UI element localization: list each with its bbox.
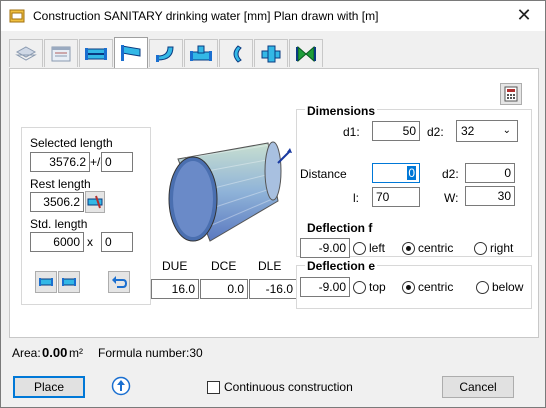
reducer-icon xyxy=(121,45,141,61)
std-length-field[interactable]: 6000 xyxy=(30,232,84,252)
selected-length-field[interactable]: 3576.2 xyxy=(30,152,90,172)
tab-layers[interactable] xyxy=(9,39,43,67)
area-value: 0.00 xyxy=(42,345,68,360)
pipe-start-icon xyxy=(39,278,53,286)
std-length-label: Std. length xyxy=(30,217,88,231)
deflection-f-right-radio[interactable]: right xyxy=(474,241,513,255)
app-icon xyxy=(9,9,25,23)
l-field[interactable]: 70 xyxy=(372,187,420,207)
cross-icon xyxy=(261,45,281,62)
dle-field[interactable]: -16.0 xyxy=(249,279,297,299)
radio-on-icon xyxy=(402,241,415,255)
title-bar: Construction SANITARY drinking water [mm… xyxy=(1,1,545,31)
rest-length-field[interactable]: 3506.2 xyxy=(30,192,84,212)
tab-cross[interactable] xyxy=(254,39,288,67)
selected-length-label: Selected length xyxy=(30,136,113,150)
deflection-f-centric-label: centric xyxy=(418,241,454,255)
info-button[interactable] xyxy=(111,376,131,396)
deflection-e-top-label: top xyxy=(369,280,386,294)
pipe-end-button[interactable] xyxy=(58,271,80,293)
calculator-icon xyxy=(504,86,518,102)
dce-field[interactable]: 0.0 xyxy=(200,279,248,299)
continuous-construction-label: Continuous construction xyxy=(224,380,353,394)
radio-on-icon xyxy=(402,280,415,294)
radio-off-icon xyxy=(353,280,366,294)
std-count-field[interactable]: 0 xyxy=(101,232,133,252)
d2-select[interactable]: 32 ⌄ xyxy=(456,120,518,142)
pipe-straight-icon xyxy=(85,47,107,60)
l-label: l: xyxy=(353,191,359,205)
tab-panel: Selected length 3576.2 +/- 0 Rest length… xyxy=(9,68,539,338)
d2-select-value: 32 xyxy=(461,124,475,138)
formula-number: Formula number:30 xyxy=(98,346,203,360)
undo-icon xyxy=(112,276,127,288)
calculator-button[interactable] xyxy=(500,83,522,105)
rest-length-pipe-button[interactable] xyxy=(85,191,105,213)
times-label: x xyxy=(87,235,93,249)
area-label: Area: xyxy=(12,346,41,360)
radio-off-icon xyxy=(353,241,366,255)
deflection-f-field[interactable]: -9.00 xyxy=(300,238,350,258)
deflection-f-right-label: right xyxy=(490,241,514,255)
deflection-f-title: Deflection f xyxy=(305,221,375,235)
distance-value: 0 xyxy=(407,166,416,180)
rest-length-label: Rest length xyxy=(30,177,91,191)
tab-tee[interactable] xyxy=(184,39,218,67)
deflection-f-left-radio[interactable]: left xyxy=(353,241,385,255)
dce-label: DCE xyxy=(211,259,237,273)
window-title: Construction SANITARY drinking water [mm… xyxy=(33,9,379,23)
deflection-f-left-label: left xyxy=(369,241,386,255)
tee-icon xyxy=(190,45,212,61)
dle-label: DLE xyxy=(258,259,282,273)
radio-off-icon xyxy=(474,241,487,255)
deflection-e-below-label: below xyxy=(492,280,524,294)
checkbox-unchecked-icon xyxy=(207,380,220,394)
plus-minus-field[interactable]: 0 xyxy=(101,152,133,172)
pipe-start-button[interactable] xyxy=(35,271,57,293)
tab-reducer[interactable] xyxy=(114,37,148,68)
distance-label: Distance xyxy=(300,167,347,181)
deflection-e-title: Deflection e xyxy=(305,259,378,273)
radio-off-icon xyxy=(476,280,489,294)
tab-valve[interactable] xyxy=(289,39,323,67)
chevron-down-icon: ⌄ xyxy=(502,125,511,136)
pipe-cut-icon xyxy=(87,195,103,209)
due-label: DUE xyxy=(162,259,188,273)
deflection-e-below-radio[interactable]: below xyxy=(476,280,523,294)
w-field[interactable]: 30 xyxy=(465,186,515,206)
valve-icon xyxy=(296,45,316,62)
d2b-field[interactable]: 0 xyxy=(465,163,515,183)
info-up-icon xyxy=(111,376,131,396)
tab-bend[interactable] xyxy=(149,39,183,67)
place-button[interactable]: Place xyxy=(13,376,85,398)
dialog-window: Construction SANITARY drinking water [mm… xyxy=(0,0,546,408)
undo-button[interactable] xyxy=(108,271,130,293)
deflection-e-field[interactable]: -9.00 xyxy=(300,277,350,297)
dimensions-title: Dimensions xyxy=(305,104,378,118)
tab-table[interactable] xyxy=(44,39,78,67)
d2-label: d2: xyxy=(427,125,444,139)
d2b-label: d2: xyxy=(442,167,459,181)
pipe-end-icon xyxy=(62,278,76,286)
w-label: W: xyxy=(444,191,459,205)
bend-icon xyxy=(156,46,174,62)
deflection-e-centric-label: centric xyxy=(418,280,454,294)
arc-icon xyxy=(233,44,242,63)
d1-field[interactable]: 50 xyxy=(372,121,420,141)
tab-arc[interactable] xyxy=(219,39,253,67)
d1-label: d1: xyxy=(343,125,360,139)
cancel-button[interactable]: Cancel xyxy=(442,376,514,398)
close-button[interactable]: ✕ xyxy=(509,5,539,27)
area-unit: m² xyxy=(69,346,83,360)
continuous-construction-checkbox[interactable]: Continuous construction xyxy=(207,380,353,394)
deflection-e-top-radio[interactable]: top xyxy=(353,280,386,294)
distance-field[interactable]: 0 xyxy=(372,163,420,183)
tab-pipe-straight[interactable] xyxy=(79,39,113,67)
layers-icon xyxy=(15,45,37,61)
deflection-f-centric-radio[interactable]: centric xyxy=(402,241,453,255)
deflection-e-centric-radio[interactable]: centric xyxy=(402,280,453,294)
reducer-preview-image xyxy=(168,141,292,242)
table-icon xyxy=(51,46,71,61)
due-field[interactable]: 16.0 xyxy=(151,279,199,299)
